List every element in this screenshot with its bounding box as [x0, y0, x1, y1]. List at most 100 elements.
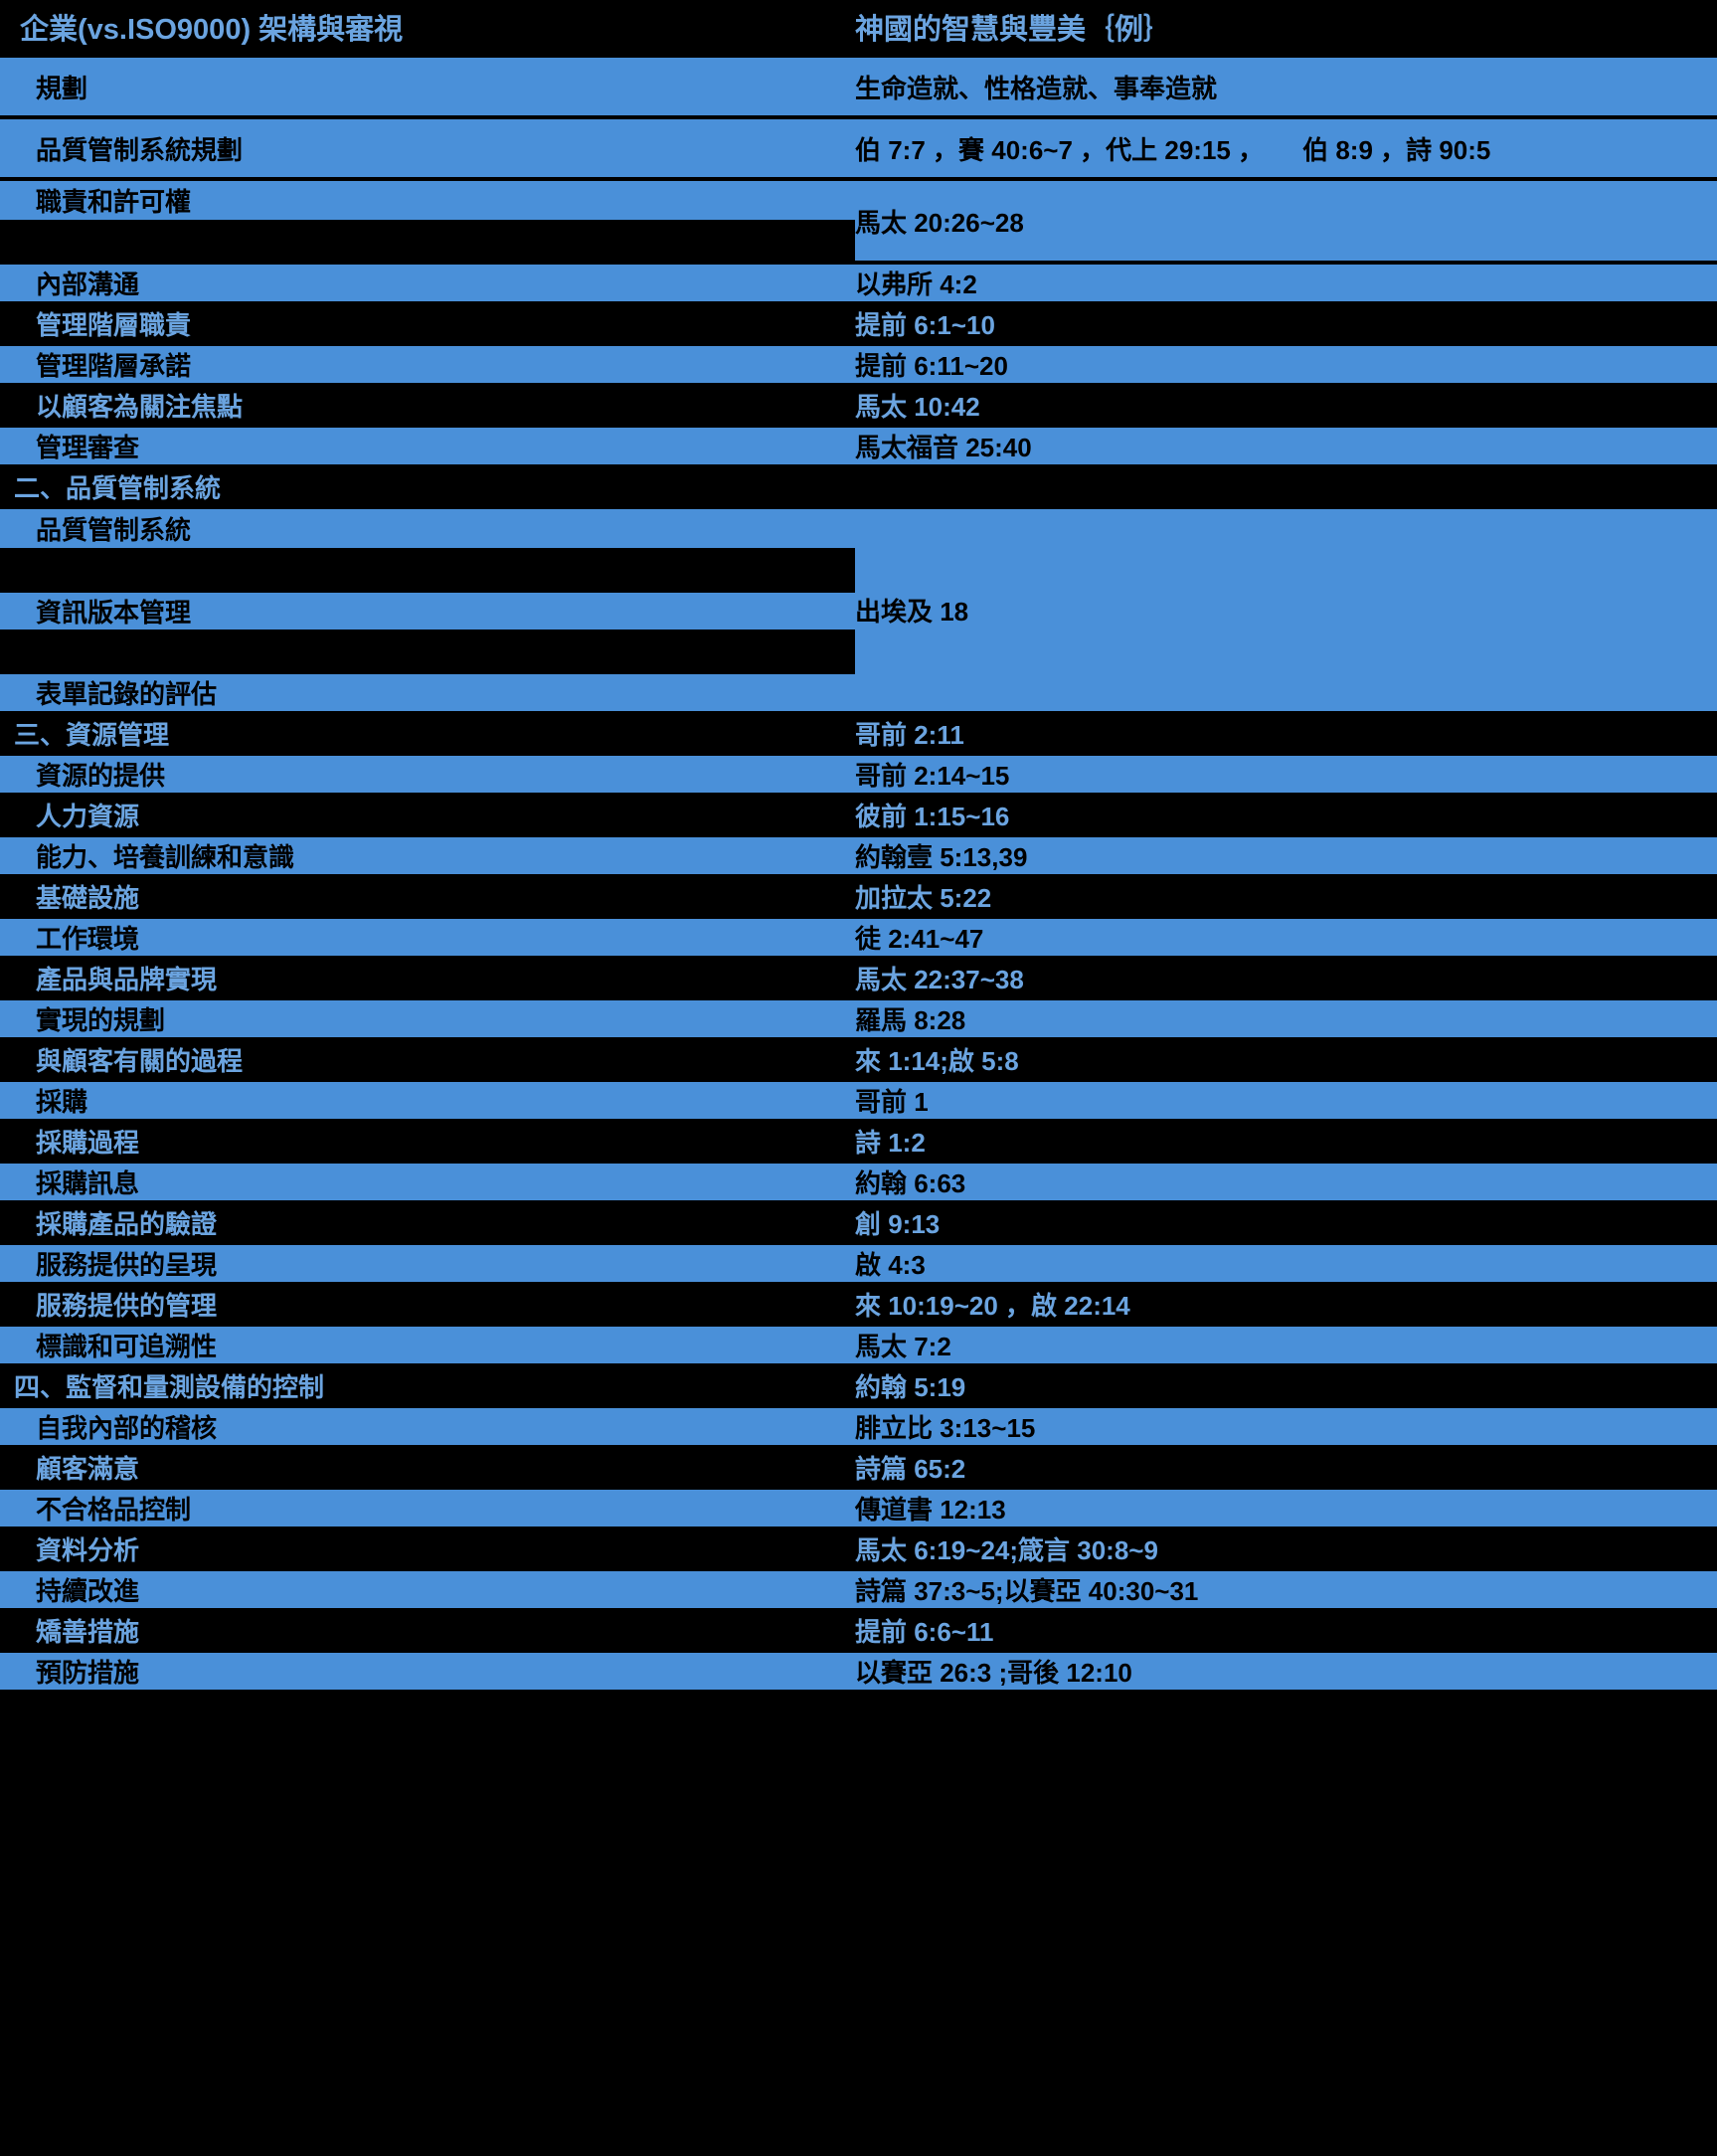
table-cell-right: 腓立比 3:13~15: [855, 1408, 1717, 1445]
table-row: 實現的規劃羅馬 8:28: [0, 996, 1717, 1037]
table-cell-left: 資訊版本管理: [0, 589, 855, 629]
table-cell-left: 以顧客為關注焦點: [0, 387, 855, 424]
table-row: 內部溝通以弗所 4:2: [0, 261, 1717, 301]
table-cell-right: 詩 1:2: [855, 1123, 1717, 1160]
group-left: 品質管制系統文件要求資訊版本管理流程規劃表單記錄的評估: [0, 509, 855, 711]
table-cell-right: 加拉太 5:22: [855, 878, 1717, 915]
table-cell-right: 來 10:19~20 ，啟 22:14: [855, 1286, 1717, 1323]
table-cell-right: 提前 6:6~11: [855, 1612, 1717, 1649]
table-row: 採購訊息約翰 6:63: [0, 1160, 1717, 1200]
table-cell-right: 以賽亞 26:3 ;哥後 12:10: [855, 1653, 1717, 1690]
table-cell-left: 管理者代表: [0, 220, 855, 261]
table-cell-right: [855, 468, 1717, 505]
table-cell-left: 表單記錄的評估: [0, 670, 855, 711]
table-cell-left: 資料分析: [0, 1530, 855, 1567]
table-row: 工作環境徒 2:41~47: [0, 915, 1717, 956]
table-cell-right: 詩篇 37:3~5;以賽亞 40:30~31: [855, 1571, 1717, 1608]
table-cell-right: 馬太 6:19~24;箴言 30:8~9: [855, 1530, 1717, 1567]
table-cell-right: 哥前 1: [855, 1082, 1717, 1119]
table-cell-left: 標識和可追溯性: [0, 1327, 855, 1363]
table-row: 基礎設施加拉太 5:22: [0, 874, 1717, 915]
table-cell-left: 文件要求: [0, 548, 855, 589]
table-cell-left: 二、品質管制系統: [0, 468, 855, 505]
table-cell-right-merged: 出埃及 18: [855, 509, 1717, 711]
table-cell-right-merged: 馬太 20:26~28: [855, 181, 1717, 261]
table-cell-right: 馬太 10:42: [855, 387, 1717, 424]
table-cell-left: 採購過程: [0, 1123, 855, 1160]
table-cell-left: 服務提供的呈現: [0, 1245, 855, 1282]
table-cell-left: 預防措施: [0, 1653, 855, 1690]
table-cell-right: 馬太 7:2: [855, 1327, 1717, 1363]
table-row: 矯善措施提前 6:6~11: [0, 1608, 1717, 1649]
table-cell-left: 工作環境: [0, 919, 855, 956]
table-cell-right: 伯 7:7 ，賽 40:6~7 ，代上 29:15 ， 伯 8:9 ，詩 90:…: [855, 119, 1717, 177]
table-row: 品質管制系統規劃伯 7:7 ，賽 40:6~7 ，代上 29:15 ， 伯 8:…: [0, 115, 1717, 177]
table-cell-right: 啟 4:3: [855, 1245, 1717, 1282]
table-row: 自我內部的稽核腓立比 3:13~15: [0, 1404, 1717, 1445]
table-cell-right: 以弗所 4:2: [855, 265, 1717, 301]
table-row: 持續改進詩篇 37:3~5;以賽亞 40:30~31: [0, 1567, 1717, 1608]
table-cell-left: 管理階層承諾: [0, 346, 855, 383]
document-wrap: 企業(vs.ISO9000) 架構與審視 神國的智慧與豐美｛例｝ 規劃生命造就、…: [0, 0, 1717, 1698]
table-cell-right: 馬太福音 25:40: [855, 428, 1717, 464]
table-row: 規劃生命造就、性格造就、事奉造就: [0, 54, 1717, 115]
table-cell-right: 徒 2:41~47: [855, 919, 1717, 956]
table-cell-right: 彼前 1:15~16: [855, 797, 1717, 833]
table-cell-left: 採購: [0, 1082, 855, 1119]
table-cell-right: 哥前 2:14~15: [855, 756, 1717, 793]
table-cell-left: 矯善措施: [0, 1612, 855, 1649]
table-row: 三、資源管理哥前 2:11: [0, 711, 1717, 752]
group-left: 職責和許可權管理者代表: [0, 181, 855, 261]
table-cell-left: 四、監督和量測設備的控制: [0, 1367, 855, 1404]
table-cell-left: 流程規劃: [0, 629, 855, 670]
table-body: 規劃生命造就、性格造就、事奉造就品質管制系統規劃伯 7:7 ，賽 40:6~7 …: [0, 54, 1717, 1690]
header-left: 企業(vs.ISO9000) 架構與審視: [0, 6, 855, 48]
table-cell-right: 羅馬 8:28: [855, 1000, 1717, 1037]
table-row: 採購哥前 1: [0, 1078, 1717, 1119]
table-cell-right: 來 1:14;啟 5:8: [855, 1041, 1717, 1078]
table-cell-left: 採購訊息: [0, 1164, 855, 1200]
table-cell-right: 馬太 22:37~38: [855, 960, 1717, 996]
table-row: 採購過程詩 1:2: [0, 1119, 1717, 1160]
table-cell-left: 三、資源管理: [0, 715, 855, 752]
table-header: 企業(vs.ISO9000) 架構與審視 神國的智慧與豐美｛例｝: [0, 0, 1717, 54]
table-cell-right: 提前 6:1~10: [855, 305, 1717, 342]
table-cell-left: 內部溝通: [0, 265, 855, 301]
table-cell-left: 自我內部的稽核: [0, 1408, 855, 1445]
row-group: 職責和許可權管理者代表馬太 20:26~28: [0, 177, 1717, 261]
table-cell-right: 約翰 5:19: [855, 1367, 1717, 1404]
table-row: 服務提供的管理來 10:19~20 ，啟 22:14: [0, 1282, 1717, 1323]
table-cell-left: 持續改進: [0, 1571, 855, 1608]
table-cell-left: 職責和許可權: [0, 181, 855, 220]
table-cell-left: 管理階層職責: [0, 305, 855, 342]
table-row: 四、監督和量測設備的控制約翰 5:19: [0, 1363, 1717, 1404]
table-cell-left: 品質管制系統規劃: [0, 119, 855, 177]
table-row: 標識和可追溯性馬太 7:2: [0, 1323, 1717, 1363]
table-cell-left: 服務提供的管理: [0, 1286, 855, 1323]
table-cell-left: 產品與品牌實現: [0, 960, 855, 996]
table-cell-left: 規劃: [0, 58, 855, 115]
header-right: 神國的智慧與豐美｛例｝: [855, 6, 1717, 48]
table-row: 預防措施以賽亞 26:3 ;哥後 12:10: [0, 1649, 1717, 1690]
table-row: 二、品質管制系統: [0, 464, 1717, 505]
table-row: 管理審查馬太福音 25:40: [0, 424, 1717, 464]
table-row: 產品與品牌實現馬太 22:37~38: [0, 956, 1717, 996]
table-cell-left: 管理審查: [0, 428, 855, 464]
table-cell-left: 基礎設施: [0, 878, 855, 915]
table-row: 以顧客為關注焦點馬太 10:42: [0, 383, 1717, 424]
table-cell-left: 顧客滿意: [0, 1449, 855, 1486]
table-cell-left: 採購產品的驗證: [0, 1204, 855, 1241]
table-row: 服務提供的呈現啟 4:3: [0, 1241, 1717, 1282]
table-row: 與顧客有關的過程來 1:14;啟 5:8: [0, 1037, 1717, 1078]
table-cell-left: 實現的規劃: [0, 1000, 855, 1037]
table-cell-right: 生命造就、性格造就、事奉造就: [855, 58, 1717, 115]
table-cell-left: 與顧客有關的過程: [0, 1041, 855, 1078]
table-cell-right: 提前 6:11~20: [855, 346, 1717, 383]
table-cell-left: 資源的提供: [0, 756, 855, 793]
table-row: 人力資源彼前 1:15~16: [0, 793, 1717, 833]
table-cell-left: 人力資源: [0, 797, 855, 833]
table-row: 能力、培養訓練和意識約翰壹 5:13,39: [0, 833, 1717, 874]
table-row: 資料分析馬太 6:19~24;箴言 30:8~9: [0, 1527, 1717, 1567]
table-cell-right: 傳道書 12:13: [855, 1490, 1717, 1527]
row-group: 品質管制系統文件要求資訊版本管理流程規劃表單記錄的評估出埃及 18: [0, 505, 1717, 711]
